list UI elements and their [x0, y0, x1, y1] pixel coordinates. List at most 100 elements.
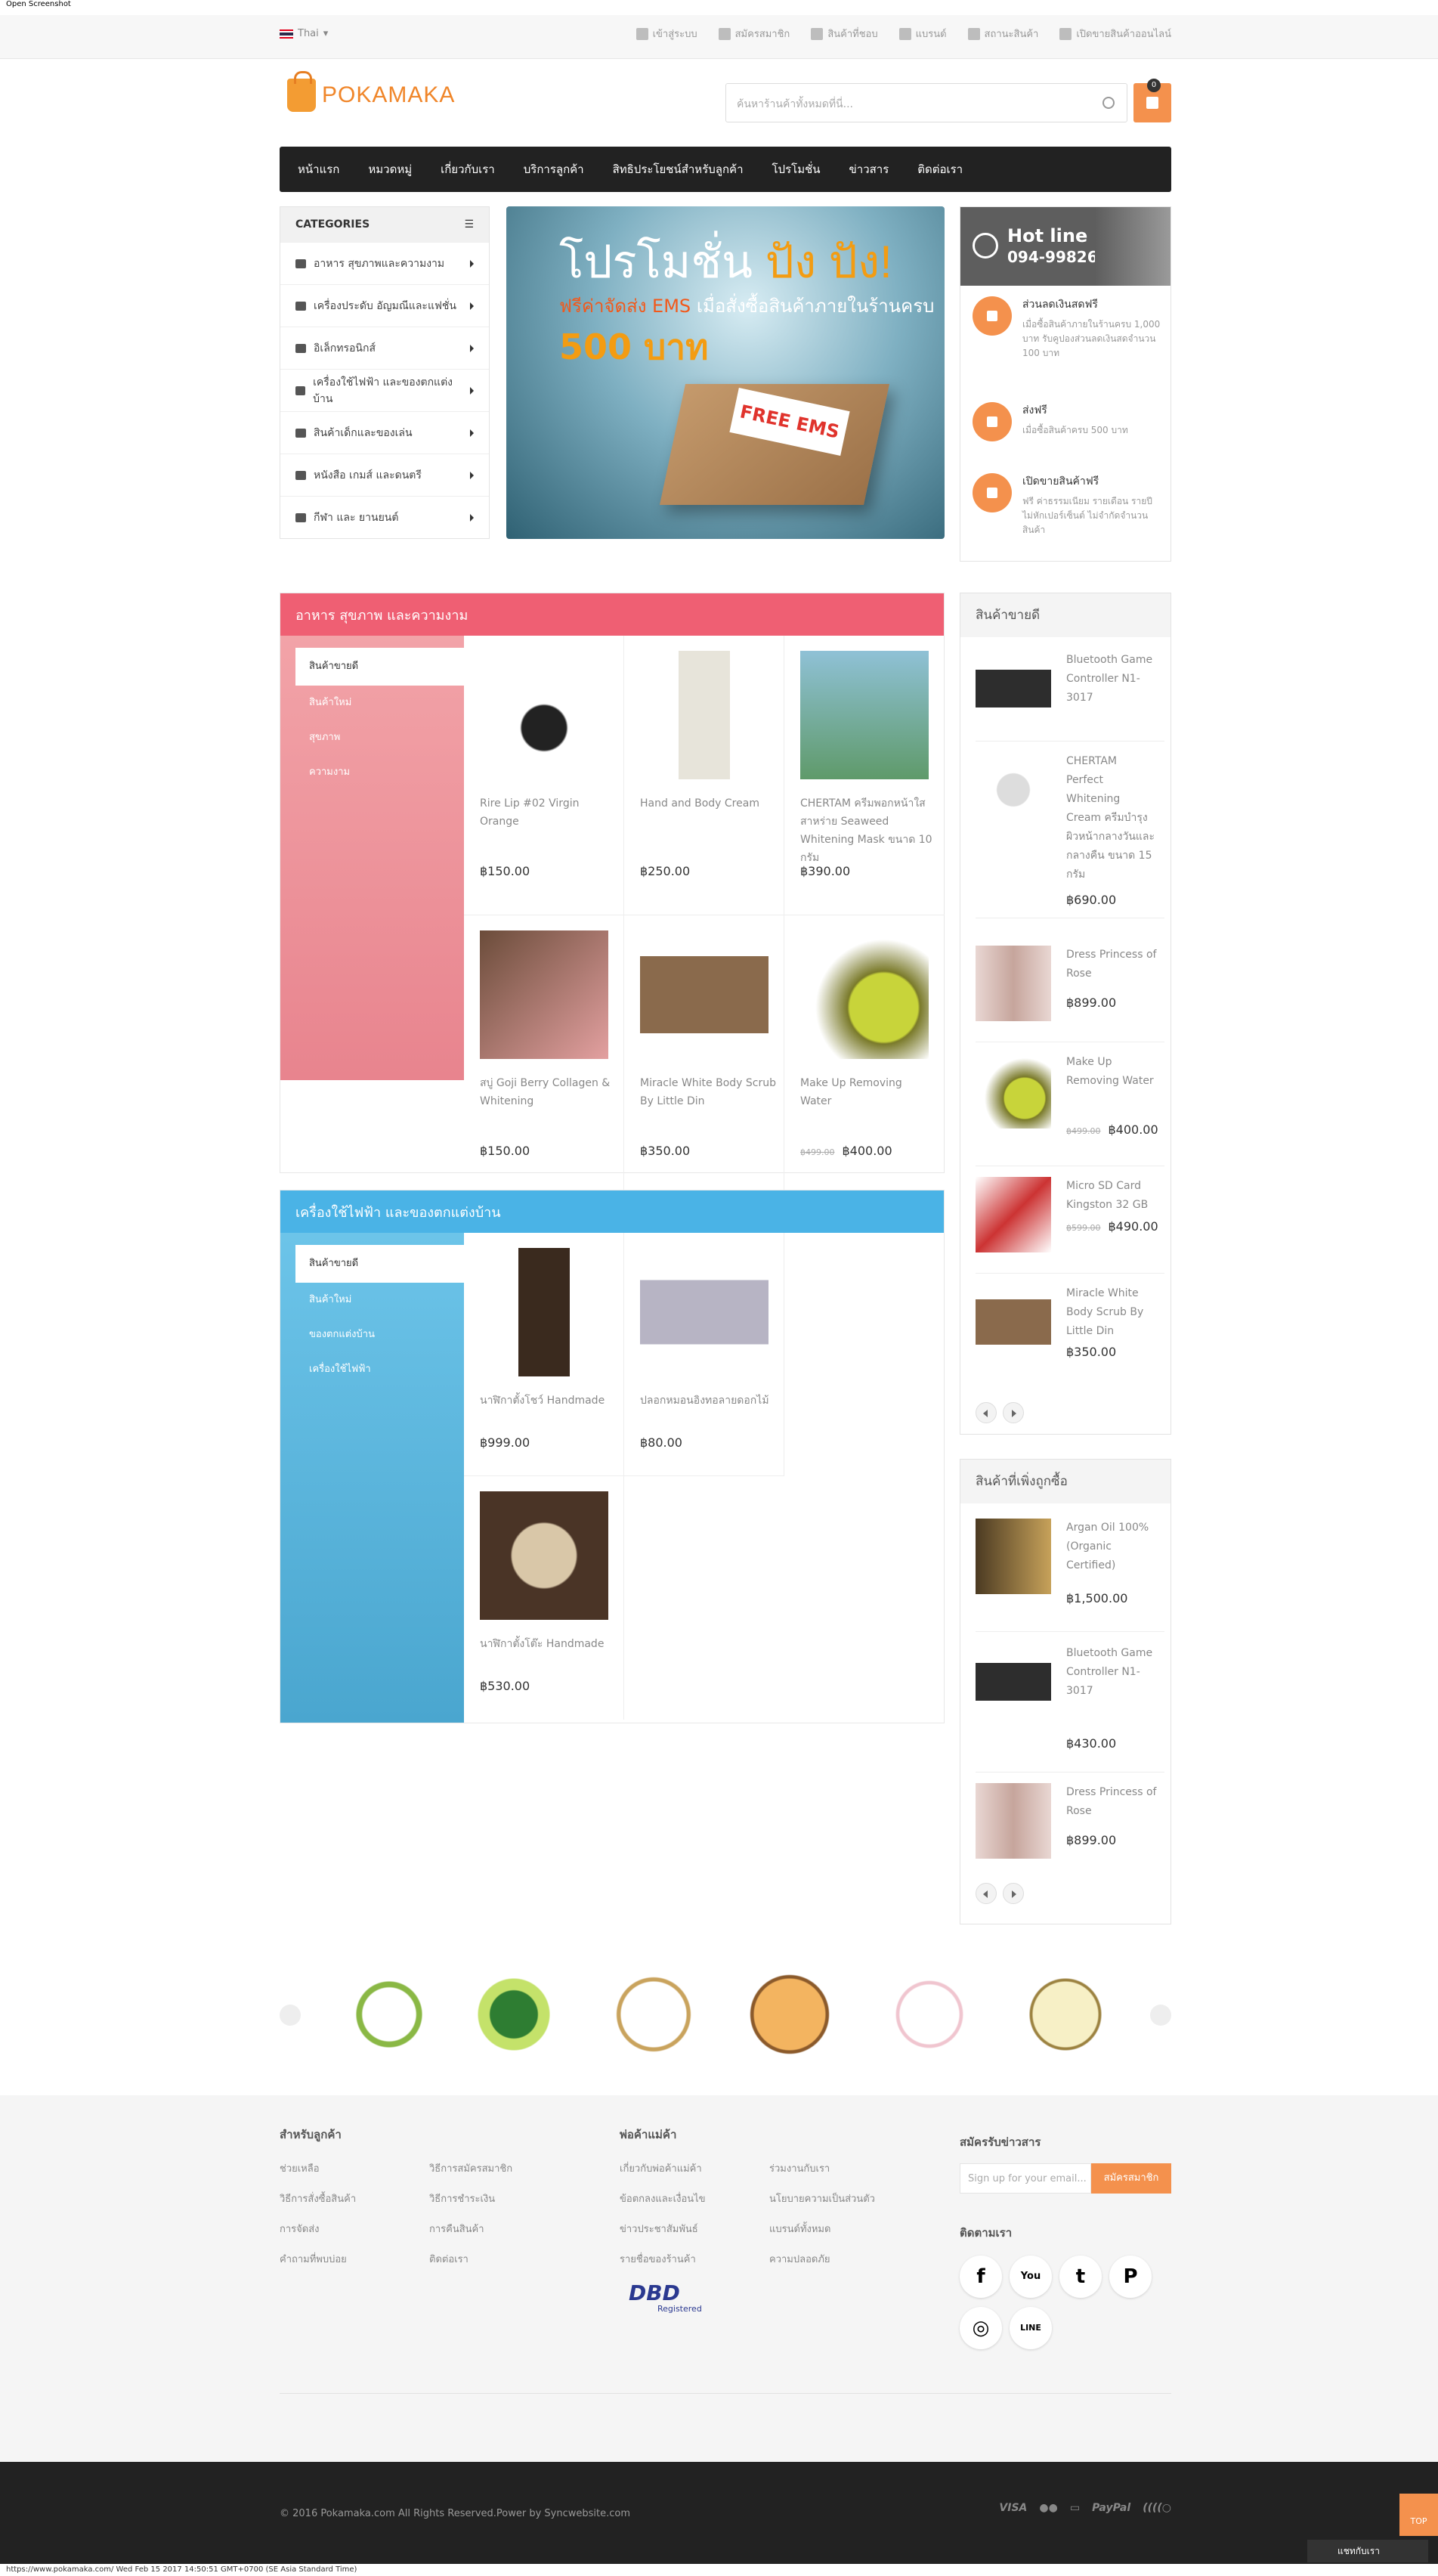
footer-link[interactable]: วิธีการชำระเงิน	[429, 2191, 495, 2206]
footer-link[interactable]: ความปลอดภัย	[769, 2251, 830, 2267]
nav-news[interactable]: ข่าวสาร	[849, 160, 889, 178]
footer-link[interactable]: แบรนด์ทั้งหมด	[769, 2221, 830, 2237]
brand-logo-ubon[interactable]	[748, 1973, 831, 2056]
product-name[interactable]: Hand and Body Cream	[640, 794, 776, 813]
product-card[interactable]: สบู่ Goji Berry Collagen & Whitening ฿15…	[464, 915, 624, 1195]
footer-link[interactable]: รายชื่อของร้านค้า	[620, 2251, 696, 2267]
footer-link[interactable]: นโยบายความเป็นส่วนตัว	[769, 2191, 875, 2206]
sidebar-product[interactable]: Micro SD Card Kingston 32 GB ฿599.00 ฿490…	[976, 1177, 1164, 1274]
product-card[interactable]: ปลอกหมอนอิงทอลายดอกไม้ ฿80.00	[624, 1233, 784, 1476]
brand-logo-bija[interactable]	[348, 1973, 431, 2056]
facebook-icon[interactable]: f	[960, 2256, 1002, 2298]
category-item-books[interactable]: หนังสือ เกมส์ และดนตรี	[280, 454, 489, 496]
brand-logo-thai-tier[interactable]	[612, 1973, 695, 2056]
twitter-icon[interactable]: t	[1059, 2256, 1102, 2298]
sidebar-product[interactable]: CHERTAM Perfect Whitening Cream ครีมบำรุ…	[976, 752, 1164, 918]
tab-health[interactable]: สุขภาพ	[295, 720, 464, 755]
next-arrow-icon[interactable]	[1150, 2005, 1171, 2026]
footer-link[interactable]: เกี่ยวกับพ่อค้าแม่ค้า	[620, 2160, 702, 2176]
product-name[interactable]: Miracle White Body Scrub By Little Din	[1066, 1284, 1157, 1341]
product-name[interactable]: Make Up Removing Water	[800, 1074, 936, 1110]
product-image[interactable]	[480, 651, 608, 779]
product-name[interactable]: สบู่ Goji Berry Collagen & Whitening	[480, 1074, 616, 1110]
product-name[interactable]: Dress Princess of Rose	[1066, 946, 1157, 983]
tab-new[interactable]: สินค้าใหม่	[295, 1283, 464, 1317]
youtube-icon[interactable]: You	[1010, 2256, 1052, 2298]
dbd-logo[interactable]: DBD	[629, 2280, 680, 2305]
product-name[interactable]: Rire Lip #02 Virgin Orange	[480, 794, 616, 831]
nav-benefits[interactable]: สิทธิประโยชน์สำหรับลูกค้า	[613, 160, 744, 178]
tab-bestseller[interactable]: สินค้าขายดี	[295, 648, 464, 686]
nav-service[interactable]: บริการลูกค้า	[524, 160, 584, 178]
next-arrow-icon[interactable]	[1003, 1402, 1024, 1423]
product-image[interactable]	[800, 651, 929, 779]
wishlist-link[interactable]: สินค้าที่ชอบ	[811, 26, 878, 42]
brand-logo-little-din[interactable]	[1024, 1973, 1107, 2056]
sidebar-product[interactable]: Argan Oil 100% (Organic Certified) ฿1,50…	[976, 1519, 1164, 1632]
product-name[interactable]: CHERTAM ครีมพอกหน้าใส สาหร่าย Seaweed Wh…	[800, 794, 936, 867]
footer-link[interactable]: ข่าวประชาสัมพันธ์	[620, 2221, 698, 2237]
footer-link[interactable]: วิธีการสั่งซื้อสินค้า	[280, 2191, 356, 2206]
sidebar-product[interactable]: Bluetooth Game Controller N1-3017 ฿430.0…	[976, 1644, 1164, 1773]
tab-home-decor[interactable]: ของตกแต่งบ้าน	[295, 1317, 464, 1352]
sidebar-product[interactable]: Dress Princess of Rose ฿899.00	[976, 946, 1164, 1042]
product-card[interactable]: Rire Lip #02 Virgin Orange ฿150.00	[464, 636, 624, 915]
login-link[interactable]: เข้าสู่ระบบ	[636, 26, 697, 42]
menu-icon[interactable]: ☰	[464, 218, 474, 231]
search-icon[interactable]	[1102, 97, 1115, 109]
product-name[interactable]: Make Up Removing Water	[1066, 1053, 1157, 1091]
sidebar-product[interactable]: Make Up Removing Water ฿499.00 ฿400.00	[976, 1053, 1164, 1166]
nav-home[interactable]: หน้าแรก	[298, 160, 339, 178]
footer-link[interactable]: ร่วมงานกับเรา	[769, 2160, 830, 2176]
product-thumb[interactable]	[976, 1519, 1051, 1594]
nav-about[interactable]: เกี่ยวกับเรา	[441, 160, 495, 178]
product-thumb[interactable]	[976, 1177, 1051, 1252]
product-thumb[interactable]	[976, 1644, 1051, 1720]
sidebar-product[interactable]: Dress Princess of Rose ฿899.00	[976, 1783, 1164, 1874]
category-item-appliances[interactable]: เครื่องใช้ไฟฟ้า และของตกแต่งบ้าน	[280, 369, 489, 411]
product-image[interactable]	[640, 1248, 768, 1376]
footer-link[interactable]: ข้อตกลงและเงื่อนไข	[620, 2191, 706, 2206]
brand-logo-beeljai[interactable]	[472, 1973, 555, 2056]
tab-beauty[interactable]: ความงาม	[295, 755, 464, 790]
product-name[interactable]: Dress Princess of Rose	[1066, 1783, 1157, 1821]
category-header[interactable]: CATEGORIES ☰	[280, 207, 489, 242]
tab-new[interactable]: สินค้าใหม่	[295, 686, 464, 720]
product-thumb[interactable]	[976, 651, 1051, 726]
product-thumb[interactable]	[976, 752, 1051, 828]
product-name[interactable]: Micro SD Card Kingston 32 GB	[1066, 1177, 1157, 1215]
product-thumb[interactable]	[976, 1783, 1051, 1859]
register-link[interactable]: สมัครสมาชิก	[718, 26, 790, 42]
nav-contact[interactable]: ติดต่อเรา	[917, 160, 963, 178]
category-item-food[interactable]: อาหาร สุขภาพและความงาม	[280, 242, 489, 284]
prev-arrow-icon[interactable]	[280, 2005, 301, 2026]
product-card[interactable]: Hand and Body Cream ฿250.00	[624, 636, 784, 915]
product-name[interactable]: Bluetooth Game Controller N1-3017	[1066, 1644, 1157, 1701]
prev-arrow-icon[interactable]	[976, 1883, 997, 1904]
footer-link[interactable]: ช่วยเหลือ	[280, 2160, 320, 2176]
product-image[interactable]	[480, 1491, 608, 1620]
chat-button[interactable]: แชทกับเรา	[1307, 2540, 1428, 2562]
line-icon[interactable]: LINE	[1010, 2307, 1052, 2349]
product-card[interactable]: CHERTAM ครีมพอกหน้าใส สาหร่าย Seaweed Wh…	[784, 636, 945, 915]
pinterest-icon[interactable]: P	[1109, 2256, 1152, 2298]
product-thumb[interactable]	[976, 1284, 1051, 1360]
sidebar-product[interactable]: Miracle White Body Scrub By Little Din ฿…	[976, 1284, 1164, 1381]
product-image[interactable]	[480, 1248, 608, 1376]
back-to-top-button[interactable]: TOP	[1399, 2494, 1438, 2536]
product-name[interactable]: นาฬิกาตั้งโชว์ Handmade	[480, 1392, 616, 1410]
search-input[interactable]: ค้นหาร้านค้าทั้งหมดที่นี่...	[725, 83, 1127, 122]
product-name[interactable]: Bluetooth Game Controller N1-3017	[1066, 651, 1157, 707]
sidebar-product[interactable]: Bluetooth Game Controller N1-3017	[976, 651, 1164, 742]
footer-link[interactable]: คำถามที่พบบ่อย	[280, 2251, 347, 2267]
order-status-link[interactable]: สถานะสินค้า	[967, 26, 1038, 42]
product-card[interactable]: นาฬิกาตั้งโชว์ Handmade ฿999.00	[464, 1233, 624, 1476]
footer-link[interactable]: ติดต่อเรา	[429, 2251, 469, 2267]
footer-link[interactable]: การคืนสินค้า	[429, 2221, 484, 2237]
footer-link[interactable]: การจัดส่ง	[280, 2221, 320, 2237]
product-name[interactable]: Miracle White Body Scrub By Little Din	[640, 1074, 776, 1110]
site-logo[interactable]: POKAMAKA	[287, 71, 455, 112]
product-image[interactable]	[480, 930, 608, 1059]
next-arrow-icon[interactable]	[1003, 1883, 1024, 1904]
product-image[interactable]	[640, 651, 768, 779]
